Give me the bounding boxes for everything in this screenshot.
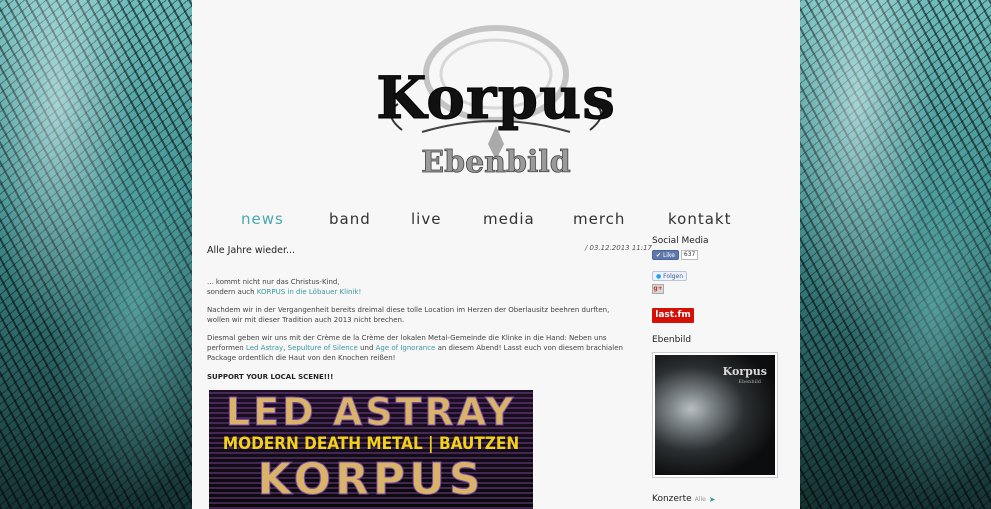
nav-item-news[interactable]: News	[241, 210, 284, 228]
logo-subtitle: Ebenbild	[421, 145, 571, 180]
google-plus-icon[interactable]: g+	[652, 284, 664, 294]
event-poster[interactable]: LED ASTRAY MODERN DEATH METAL | BAUTZEN …	[209, 390, 533, 509]
twitter-follow-label: Folgen	[663, 273, 684, 280]
album-artwork: Korpus Ebenbild	[655, 355, 775, 475]
nav-item-kontakt[interactable]: Kontakt	[668, 210, 731, 228]
thumbs-up-icon: ✔	[656, 252, 662, 259]
logo-band-name: Korpus	[376, 64, 616, 132]
social-media-heading: Social Media	[652, 236, 709, 246]
intro-line-2: sondern auch KORPUS in die Löbauer Klini…	[207, 287, 632, 297]
post-paragraph-1: Nachdem wir in der Vergangenheit bereits…	[207, 306, 610, 324]
konzerte-row: Konzerte Alle ➤	[652, 494, 792, 504]
ebenbild-heading: Ebenbild	[652, 335, 692, 345]
facebook-like-count: 637	[680, 250, 699, 260]
nav-item-media[interactable]: Media	[483, 210, 535, 228]
nav-item-band[interactable]: Band	[329, 210, 371, 228]
main-navigation: News Band Live Media Merch Kontakt	[192, 210, 800, 230]
support-text: SUPPORT YOUR LOCAL SCENE!!!	[207, 373, 334, 381]
album-subtitle: Ebenbild	[738, 379, 761, 385]
background-forest-left	[0, 0, 192, 509]
lastfm-badge[interactable]: last.fm	[652, 308, 694, 323]
gplus-row: g+	[652, 284, 792, 294]
arrow-right-icon[interactable]: ➤	[709, 495, 716, 504]
logo-graphic: Korpus Ebenbild	[376, 25, 616, 180]
poster-led-astray: LED ASTRAY	[225, 390, 517, 435]
album-title: Korpus	[722, 365, 767, 378]
album-cover[interactable]: Korpus Ebenbild	[652, 352, 778, 478]
twitter-follow-button[interactable]: ● Folgen	[652, 271, 688, 281]
intro-prefix: sondern auch	[207, 288, 257, 296]
sidebar: Social Media ✔ Like 637 ● Folgen g+ last…	[652, 236, 792, 504]
background-forest-right	[800, 0, 991, 509]
facebook-like-button[interactable]: ✔ Like	[652, 250, 679, 260]
twitter-row: ● Folgen	[652, 263, 792, 282]
konzerte-all-link[interactable]: Alle	[695, 496, 706, 503]
intro-line-1: ... kommt nicht nur das Christus-Kind,	[207, 278, 340, 286]
sepulture-of-silence-link[interactable]: Sepulture of Silence	[288, 344, 358, 352]
facebook-like-label: Like	[662, 252, 675, 259]
led-astray-link[interactable]: Led Astray	[246, 344, 283, 352]
nav-item-live[interactable]: Live	[411, 210, 441, 228]
post-date: / 03.12.2013 11:17	[584, 244, 652, 252]
page-container: Korpus Ebenbild News Band Live Media Mer…	[192, 0, 800, 509]
age-of-ignorance-link[interactable]: Age of Ignorance	[376, 344, 436, 352]
band-logo[interactable]: Korpus Ebenbild	[362, 14, 630, 186]
klinik-link[interactable]: KORPUS in die Löbauer Klinik!	[257, 288, 361, 296]
post-title[interactable]: Alle Jahre wieder...	[207, 246, 295, 256]
post-paragraph-2: Diesmal geben wir uns mit der Crème de l…	[207, 333, 632, 363]
poster-subtitle: MODERN DEATH METAL | BAUTZEN	[222, 434, 520, 454]
twitter-bird-icon: ●	[656, 273, 662, 280]
para2-sep-2: und	[357, 344, 376, 352]
poster-korpus: KORPUS	[257, 454, 485, 506]
nav-item-merch[interactable]: Merch	[573, 210, 625, 228]
lastfm-row: last.fm	[652, 308, 792, 323]
post-intro: ... kommt nicht nur das Christus-Kind, s…	[207, 277, 632, 297]
konzerte-heading: Konzerte	[652, 494, 692, 504]
facebook-like-row: ✔ Like 637	[652, 250, 792, 260]
